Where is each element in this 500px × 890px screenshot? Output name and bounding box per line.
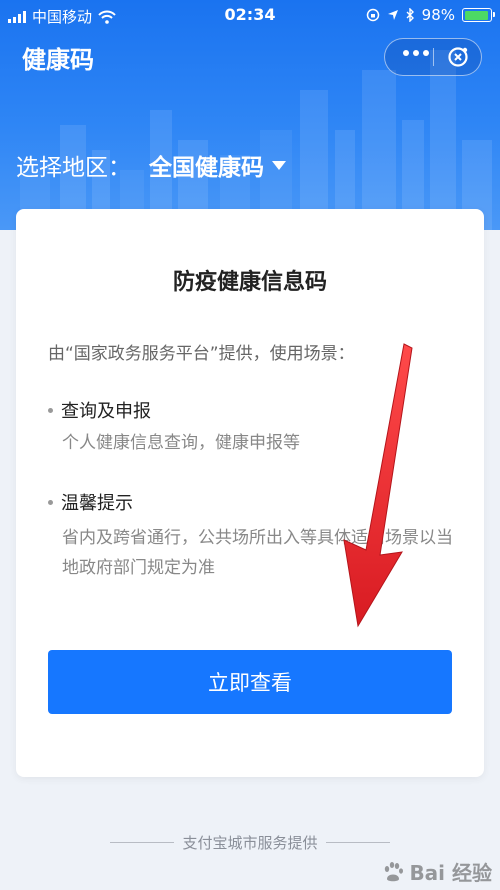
footer-text: 支付宝城市服务提供	[182, 834, 318, 852]
paw-logo-icon	[385, 861, 404, 881]
bluetooth-icon	[406, 8, 414, 22]
capsule-divider	[433, 48, 434, 66]
page-title: 健康码	[22, 46, 94, 74]
baidu-jingyan-watermark: Bai 经验	[381, 857, 492, 886]
status-bar: 中国移动 02:34 98%	[0, 0, 500, 30]
footer-divider-right	[325, 842, 390, 843]
location-icon	[387, 10, 398, 20]
region-value[interactable]: 全国健康码	[149, 148, 264, 182]
card-title: 防疫健康信息码	[172, 270, 327, 295]
bullet-icon	[48, 499, 53, 505]
battery-level	[464, 10, 489, 20]
mini-program-capsule	[384, 38, 482, 76]
view-now-button[interactable]: 立即查看	[48, 650, 452, 714]
section-title-text: 温馨提示	[61, 493, 133, 514]
section-title-text: 查询及申报	[61, 401, 151, 422]
status-right: 98%	[366, 6, 495, 24]
battery-icon	[462, 8, 495, 22]
battery-percent: 98%	[421, 6, 455, 24]
more-dots-icon[interactable]	[403, 50, 429, 56]
bullet-icon	[48, 407, 53, 413]
footer: 支付宝城市服务提供	[0, 832, 500, 853]
card-intro: 由“国家政务服务平台”提供，使用场景：	[48, 344, 355, 364]
section-title-query: 查询及申报	[48, 397, 151, 423]
watermark-text: Bai 经验	[409, 861, 492, 885]
close-circle-icon[interactable]	[447, 46, 469, 68]
section-title-tips: 温馨提示	[48, 489, 133, 515]
region-selector[interactable]: 选择地区： 全国健康码	[16, 148, 286, 182]
footer-divider-left	[110, 842, 175, 843]
caret-down-icon[interactable]	[272, 160, 286, 170]
header-background	[0, 0, 500, 230]
region-label: 选择地区：	[16, 155, 131, 181]
orientation-lock-icon	[366, 8, 379, 22]
red-arrow-annotation	[343, 343, 413, 628]
